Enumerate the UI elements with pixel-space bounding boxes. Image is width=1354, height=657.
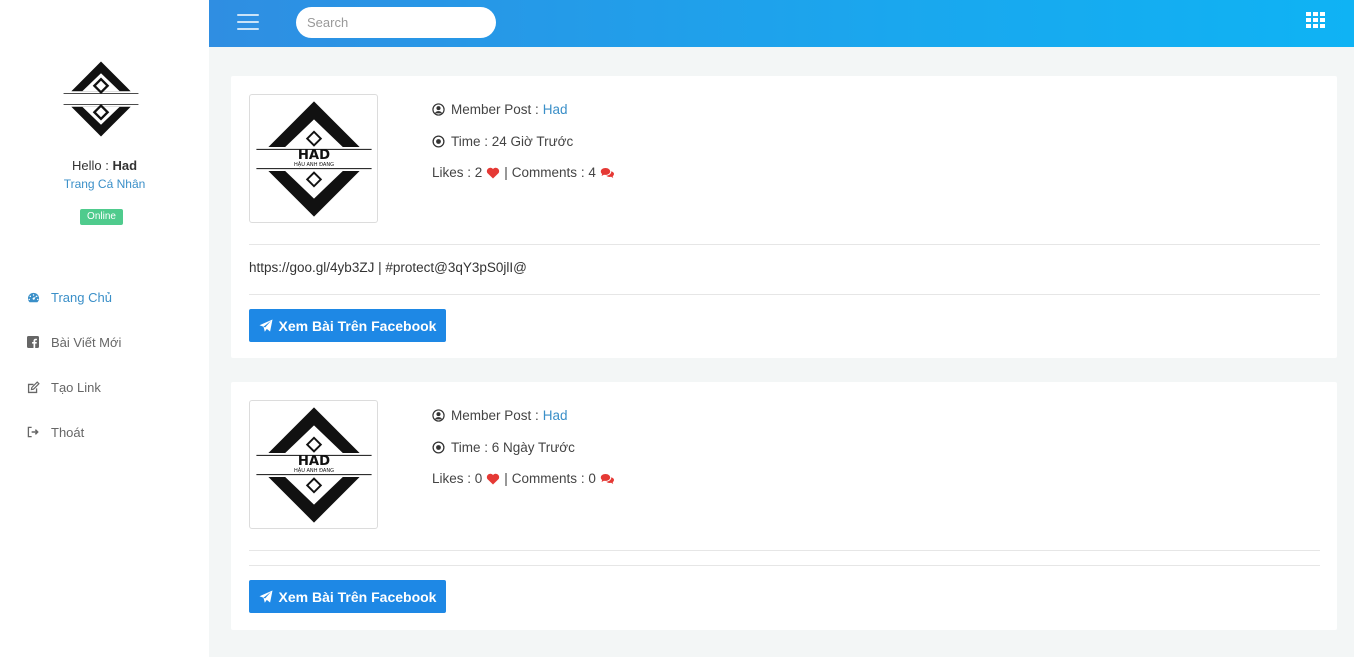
sidebar-nav: Trang Chủ Bài Viết Mới Tạo Link Thoát	[0, 282, 209, 462]
post-thumbnail: HAD HẬU ANH ĐANG	[249, 94, 378, 223]
sidebar-item-label: Bài Viết Mới	[51, 334, 122, 350]
username: Had	[112, 158, 138, 173]
member-post-label: Member Post :	[451, 102, 539, 118]
dot-circle-icon	[432, 135, 445, 148]
had-logo-icon: HAD HẬU ANH ĐANG	[255, 406, 372, 523]
user-circle-icon	[432, 103, 445, 116]
button-label: Xem Bài Trên Facebook	[278, 588, 437, 605]
logo-subtext: HẬU ANH ĐANG	[293, 467, 333, 474]
user-circle-icon	[432, 409, 445, 422]
heart-icon	[486, 167, 500, 179]
greeting-prefix: Hello :	[71, 158, 113, 173]
logo-text: HAD	[297, 148, 329, 163]
post-time-row: Time : 6 Ngày Trước	[432, 432, 619, 464]
divider	[249, 565, 1320, 566]
grid-icon	[1306, 12, 1325, 28]
comments-count: Comments : 4	[511, 165, 596, 181]
member-post-label: Member Post :	[451, 408, 539, 424]
comments-icon	[600, 167, 615, 179]
sidebar-item-new-posts[interactable]: Bài Viết Mới	[0, 327, 209, 357]
post-card: HAD HẬU ANH ĐANG Member Post : Had Time …	[231, 76, 1337, 358]
hamburger-line	[237, 21, 259, 23]
paper-plane-icon	[259, 590, 273, 604]
view-on-facebook-button[interactable]: Xem Bài Trên Facebook	[249, 580, 446, 613]
view-on-facebook-button[interactable]: Xem Bài Trên Facebook	[249, 309, 446, 342]
divider	[249, 550, 1320, 551]
post-thumbnail: HAD HẬU ANH ĐANG	[249, 400, 378, 529]
sign-out-icon	[26, 425, 40, 439]
sidebar-item-label: Thoát	[51, 424, 85, 440]
likes-count: Likes : 2	[432, 165, 483, 181]
hamburger-line	[237, 28, 259, 30]
user-avatar[interactable]	[62, 60, 140, 138]
logo-text: HAD	[297, 454, 329, 469]
post-author-row: Member Post : Had	[432, 94, 619, 126]
post-time: Time : 6 Ngày Trước	[451, 439, 575, 455]
divider	[249, 294, 1320, 295]
edit-icon	[26, 380, 40, 394]
sidebar: Hello : Had Trang Cá Nhân Online Trang C…	[0, 0, 209, 657]
sidebar-item-logout[interactable]: Thoát	[0, 417, 209, 447]
dashboard-icon	[26, 290, 40, 304]
post-stats-row: Likes : 2 | Comments : 4	[432, 157, 619, 189]
search-input[interactable]	[296, 7, 496, 38]
post-stats-row: Likes : 0 | Comments : 0	[432, 463, 619, 495]
sidebar-item-label: Tạo Link	[51, 379, 101, 395]
sidebar-item-create-link[interactable]: Tạo Link	[0, 372, 209, 402]
hamburger-line	[237, 14, 259, 16]
comments-count: Comments : 0	[511, 471, 596, 487]
stats-separator: |	[504, 471, 508, 487]
post-author-link[interactable]: Had	[543, 102, 568, 117]
post-meta: Member Post : Had Time : 6 Ngày Trước Li…	[432, 400, 619, 495]
likes-count: Likes : 0	[432, 471, 483, 487]
greeting: Hello : Had	[0, 158, 209, 173]
post-author-row: Member Post : Had	[432, 400, 619, 432]
paper-plane-icon	[259, 319, 273, 333]
sidebar-item-home[interactable]: Trang Chủ	[0, 282, 209, 312]
sidebar-item-label: Trang Chủ	[51, 289, 112, 305]
dot-circle-icon	[432, 441, 445, 454]
had-logo-icon: HAD HẬU ANH ĐANG	[255, 100, 372, 217]
post-author-link[interactable]: Had	[543, 408, 568, 423]
post-meta: Member Post : Had Time : 24 Giờ Trước Li…	[432, 94, 619, 189]
status-badge: Online	[80, 209, 123, 225]
divider	[249, 244, 1320, 245]
button-label: Xem Bài Trên Facebook	[278, 317, 437, 334]
post-card: HAD HẬU ANH ĐANG Member Post : Had Time …	[231, 382, 1337, 630]
logo-subtext: HẬU ANH ĐANG	[293, 161, 333, 168]
post-time: Time : 24 Giờ Trước	[451, 133, 574, 149]
facebook-square-icon	[26, 335, 40, 349]
profile-link[interactable]: Trang Cá Nhân	[0, 177, 209, 191]
comments-icon	[600, 473, 615, 485]
menu-toggle-button[interactable]	[237, 14, 259, 32]
post-time-row: Time : 24 Giờ Trước	[432, 126, 619, 158]
heart-icon	[486, 473, 500, 485]
apps-grid-button[interactable]	[1306, 12, 1325, 28]
post-content: https://goo.gl/4yb3ZJ | #protect@3qY3pS0…	[249, 260, 527, 275]
had-logo-icon	[63, 61, 139, 137]
topbar	[209, 0, 1354, 47]
stats-separator: |	[504, 165, 508, 181]
